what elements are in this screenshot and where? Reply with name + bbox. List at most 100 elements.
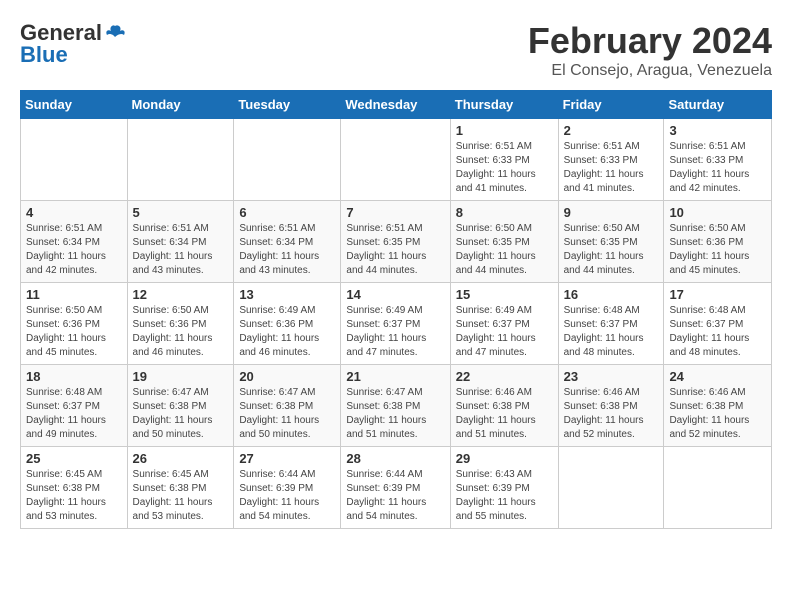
day-number: 16 [564,287,659,302]
day-number: 7 [346,205,444,220]
day-info: Sunrise: 6:51 AM Sunset: 6:34 PM Dayligh… [133,222,229,278]
location-title: El Consejo, Aragua, Venezuela [528,62,772,80]
calendar-cell: 22 Sunrise: 6:46 AM Sunset: 6:38 PM Dayli… [450,365,558,447]
day-number: 11 [26,287,122,302]
day-info: Sunrise: 6:50 AM Sunset: 6:35 PM Dayligh… [564,222,659,278]
calendar-cell: 5 Sunrise: 6:51 AM Sunset: 6:34 PM Daylig… [127,201,234,283]
calendar-header-row: SundayMondayTuesdayWednesdayThursdayFrid… [21,91,772,119]
day-info: Sunrise: 6:50 AM Sunset: 6:36 PM Dayligh… [133,304,229,360]
day-header-wednesday: Wednesday [341,91,450,119]
day-number: 25 [26,451,122,466]
calendar-cell: 29 Sunrise: 6:43 AM Sunset: 6:39 PM Dayli… [450,447,558,529]
day-number: 1 [456,123,553,138]
calendar-cell: 23 Sunrise: 6:46 AM Sunset: 6:38 PM Dayli… [558,365,664,447]
day-info: Sunrise: 6:51 AM Sunset: 6:33 PM Dayligh… [564,140,659,196]
day-info: Sunrise: 6:48 AM Sunset: 6:37 PM Dayligh… [669,304,766,360]
day-number: 22 [456,369,553,384]
day-number: 28 [346,451,444,466]
day-number: 12 [133,287,229,302]
day-info: Sunrise: 6:47 AM Sunset: 6:38 PM Dayligh… [133,386,229,442]
calendar-week-row: 4 Sunrise: 6:51 AM Sunset: 6:34 PM Daylig… [21,201,772,283]
day-number: 27 [239,451,335,466]
day-number: 14 [346,287,444,302]
logo: General Blue [20,20,126,68]
day-info: Sunrise: 6:48 AM Sunset: 6:37 PM Dayligh… [26,386,122,442]
calendar-cell: 18 Sunrise: 6:48 AM Sunset: 6:37 PM Dayli… [21,365,128,447]
day-info: Sunrise: 6:51 AM Sunset: 6:34 PM Dayligh… [26,222,122,278]
calendar-cell: 16Sunrise: 6:48 AM Sunset: 6:37 PM Dayli… [558,283,664,365]
calendar-week-row: 1 Sunrise: 6:51 AM Sunset: 6:33 PM Daylig… [21,119,772,201]
calendar-cell: 3Sunrise: 6:51 AM Sunset: 6:33 PM Daylig… [664,119,772,201]
calendar-table: SundayMondayTuesdayWednesdayThursdayFrid… [20,90,772,529]
calendar-cell: 10Sunrise: 6:50 AM Sunset: 6:36 PM Dayli… [664,201,772,283]
calendar-cell [234,119,341,201]
day-header-saturday: Saturday [664,91,772,119]
day-header-friday: Friday [558,91,664,119]
calendar-cell [341,119,450,201]
calendar-cell: 20 Sunrise: 6:47 AM Sunset: 6:38 PM Dayli… [234,365,341,447]
day-number: 9 [564,205,659,220]
day-info: Sunrise: 6:51 AM Sunset: 6:33 PM Dayligh… [456,140,553,196]
calendar-week-row: 18 Sunrise: 6:48 AM Sunset: 6:37 PM Dayli… [21,365,772,447]
day-info: Sunrise: 6:47 AM Sunset: 6:38 PM Dayligh… [239,386,335,442]
day-info: Sunrise: 6:44 AM Sunset: 6:39 PM Dayligh… [239,468,335,524]
header: General Blue February 2024 El Consejo, A… [20,20,772,80]
calendar-cell: 8 Sunrise: 6:50 AM Sunset: 6:35 PM Daylig… [450,201,558,283]
day-info: Sunrise: 6:49 AM Sunset: 6:36 PM Dayligh… [239,304,335,360]
calendar-cell: 12 Sunrise: 6:50 AM Sunset: 6:36 PM Dayli… [127,283,234,365]
calendar-cell: 14 Sunrise: 6:49 AM Sunset: 6:37 PM Dayli… [341,283,450,365]
day-info: Sunrise: 6:43 AM Sunset: 6:39 PM Dayligh… [456,468,553,524]
calendar-cell: 1 Sunrise: 6:51 AM Sunset: 6:33 PM Daylig… [450,119,558,201]
logo-bird-icon [104,22,126,44]
calendar-cell [664,447,772,529]
day-info: Sunrise: 6:47 AM Sunset: 6:38 PM Dayligh… [346,386,444,442]
calendar-cell: 17 Sunrise: 6:48 AM Sunset: 6:37 PM Dayli… [664,283,772,365]
day-info: Sunrise: 6:46 AM Sunset: 6:38 PM Dayligh… [564,386,659,442]
day-info: Sunrise: 6:49 AM Sunset: 6:37 PM Dayligh… [346,304,444,360]
title-area: February 2024 El Consejo, Aragua, Venezu… [528,20,772,80]
calendar-cell: 24Sunrise: 6:46 AM Sunset: 6:38 PM Dayli… [664,365,772,447]
day-number: 10 [669,205,766,220]
day-number: 8 [456,205,553,220]
day-number: 26 [133,451,229,466]
day-number: 17 [669,287,766,302]
month-title: February 2024 [528,20,772,62]
calendar-cell: 7Sunrise: 6:51 AM Sunset: 6:35 PM Daylig… [341,201,450,283]
calendar-cell: 27 Sunrise: 6:44 AM Sunset: 6:39 PM Dayli… [234,447,341,529]
day-number: 4 [26,205,122,220]
calendar-cell [21,119,128,201]
day-info: Sunrise: 6:51 AM Sunset: 6:34 PM Dayligh… [239,222,335,278]
calendar-cell: 13Sunrise: 6:49 AM Sunset: 6:36 PM Dayli… [234,283,341,365]
day-number: 19 [133,369,229,384]
day-number: 5 [133,205,229,220]
calendar-cell: 15 Sunrise: 6:49 AM Sunset: 6:37 PM Dayli… [450,283,558,365]
calendar-cell: 2 Sunrise: 6:51 AM Sunset: 6:33 PM Daylig… [558,119,664,201]
day-info: Sunrise: 6:50 AM Sunset: 6:35 PM Dayligh… [456,222,553,278]
day-number: 23 [564,369,659,384]
day-info: Sunrise: 6:44 AM Sunset: 6:39 PM Dayligh… [346,468,444,524]
calendar-cell: 26Sunrise: 6:45 AM Sunset: 6:38 PM Dayli… [127,447,234,529]
day-info: Sunrise: 6:49 AM Sunset: 6:37 PM Dayligh… [456,304,553,360]
calendar-cell: 4 Sunrise: 6:51 AM Sunset: 6:34 PM Daylig… [21,201,128,283]
day-number: 20 [239,369,335,384]
day-number: 15 [456,287,553,302]
day-header-tuesday: Tuesday [234,91,341,119]
day-info: Sunrise: 6:46 AM Sunset: 6:38 PM Dayligh… [456,386,553,442]
calendar-week-row: 11 Sunrise: 6:50 AM Sunset: 6:36 PM Dayli… [21,283,772,365]
calendar-week-row: 25Sunrise: 6:45 AM Sunset: 6:38 PM Dayli… [21,447,772,529]
day-header-thursday: Thursday [450,91,558,119]
day-number: 2 [564,123,659,138]
day-header-sunday: Sunday [21,91,128,119]
day-info: Sunrise: 6:51 AM Sunset: 6:33 PM Dayligh… [669,140,766,196]
day-info: Sunrise: 6:50 AM Sunset: 6:36 PM Dayligh… [26,304,122,360]
calendar-cell: 9 Sunrise: 6:50 AM Sunset: 6:35 PM Daylig… [558,201,664,283]
day-number: 18 [26,369,122,384]
day-number: 24 [669,369,766,384]
calendar-cell: 11 Sunrise: 6:50 AM Sunset: 6:36 PM Dayli… [21,283,128,365]
day-number: 29 [456,451,553,466]
calendar-cell: 21Sunrise: 6:47 AM Sunset: 6:38 PM Dayli… [341,365,450,447]
logo-blue: Blue [20,42,68,68]
calendar-cell [127,119,234,201]
calendar-cell: 25Sunrise: 6:45 AM Sunset: 6:38 PM Dayli… [21,447,128,529]
calendar-cell: 28 Sunrise: 6:44 AM Sunset: 6:39 PM Dayli… [341,447,450,529]
